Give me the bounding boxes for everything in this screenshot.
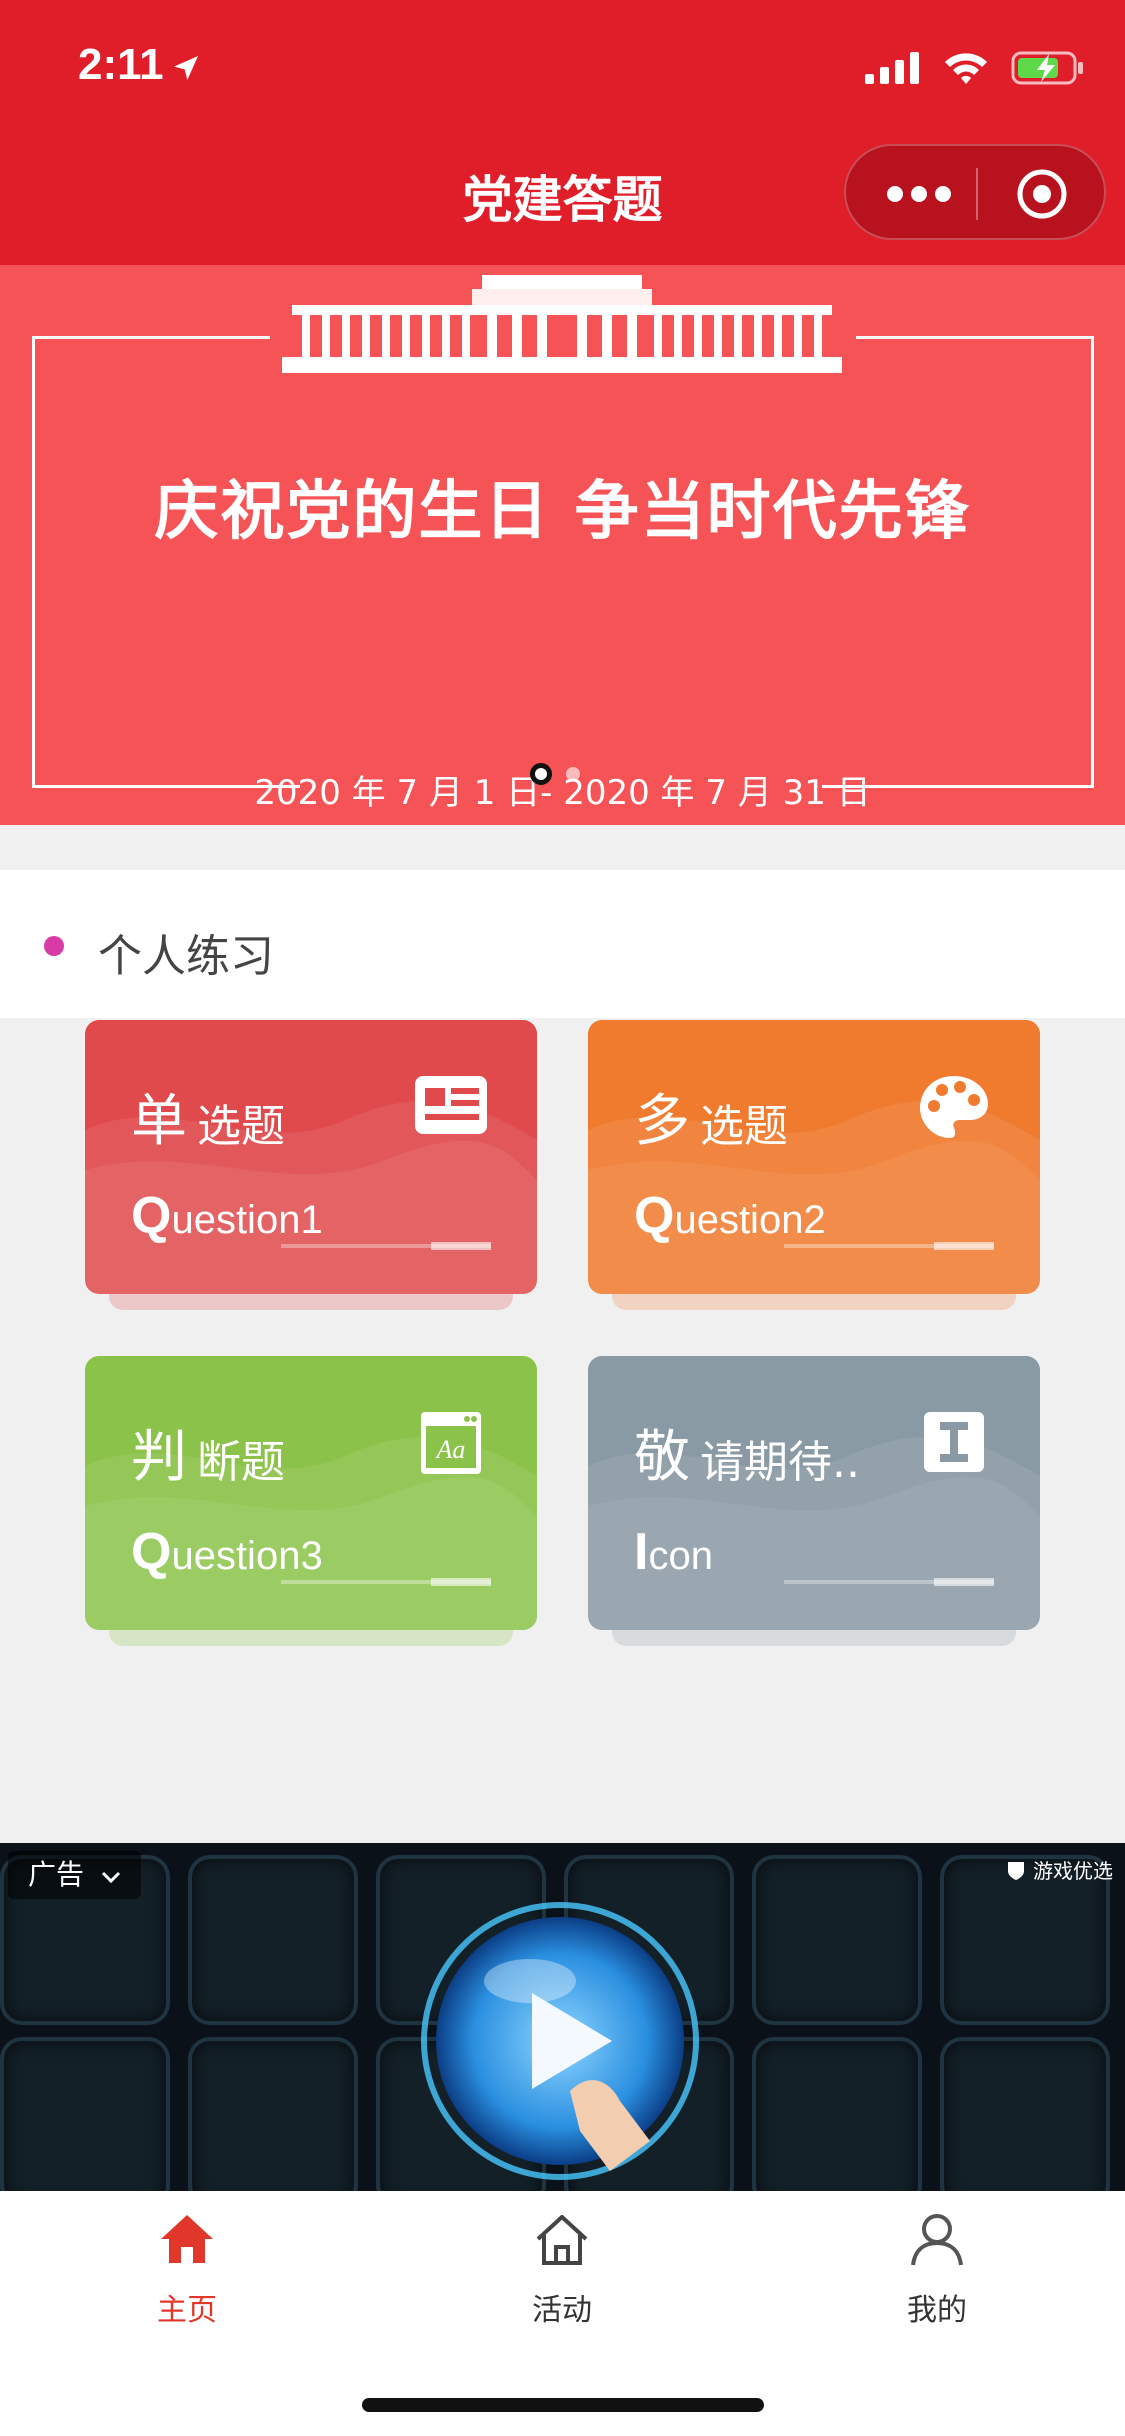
card-subtitle: Question2 (634, 1186, 826, 1246)
card-title-small: 选题 (700, 1101, 788, 1152)
carousel-dot[interactable] (566, 767, 580, 781)
house-outline-icon (536, 2215, 588, 2265)
card-subtitle-initial: Q (131, 1187, 172, 1245)
tab-activity[interactable]: 活动 (462, 2209, 662, 2329)
card-multi-choice[interactable]: 多 选题 Question2 (588, 1020, 1040, 1310)
card-subtitle: Question3 (131, 1522, 323, 1582)
card-subtitle-initial: I (634, 1523, 649, 1581)
ad-label-text: 广告 (28, 1858, 85, 1891)
card-true-false[interactable]: 判 断题 Aa Question3 (85, 1356, 537, 1646)
user-icon (911, 2214, 963, 2266)
game-tile (188, 1855, 358, 2025)
chevron-down-icon (101, 1871, 120, 1884)
card-subtitle-initial: Q (131, 1523, 172, 1581)
ad-brand: 游戏优选 (1005, 1855, 1113, 1884)
card-body[interactable]: 单 选题 Question1 (85, 1020, 537, 1294)
building-icon (282, 275, 842, 373)
card-bar-fill (431, 1578, 491, 1586)
home-icon (161, 2215, 213, 2263)
palette-icon (920, 1076, 988, 1138)
status-icons (865, 48, 1085, 88)
card-title-big: 多 (634, 1089, 690, 1154)
signal-icon (865, 52, 919, 84)
play-icon[interactable] (420, 1901, 700, 2181)
card-title-big: 单 (131, 1089, 187, 1154)
card-bar-fill (934, 1578, 994, 1586)
card-title-small: 请期待.. (700, 1437, 860, 1488)
carousel-indicator (530, 763, 580, 785)
banner-carousel[interactable]: 庆祝党的生日 争当时代先锋 2020 年 7 月 1 日- 2020 年 7 月… (0, 265, 1125, 825)
top-bar: 2:11 党建答题 (0, 0, 1125, 265)
card-subtitle: Question1 (131, 1186, 323, 1246)
capsule-divider (976, 168, 978, 220)
game-tile (752, 2037, 922, 2191)
card-subtitle-rest: uestion1 (171, 1198, 323, 1242)
frame-top-left (32, 336, 270, 339)
status-time: 2:11 (78, 40, 164, 89)
miniprogram-capsule (844, 144, 1106, 240)
card-bar-fill (934, 1242, 994, 1250)
font-window-icon: Aa (421, 1412, 481, 1474)
card-title-big: 判 (131, 1425, 187, 1490)
card-body[interactable]: 敬 请期待.. Icon (588, 1356, 1040, 1630)
banner-title: 庆祝党的生日 争当时代先锋 (154, 475, 971, 549)
text-cursor-icon (924, 1412, 984, 1472)
ad-label[interactable]: 广告 (8, 1851, 141, 1899)
tab-label: 活动 (532, 2293, 592, 2328)
card-body[interactable]: 多 选题 Question2 (588, 1020, 1040, 1294)
card-subtitle-rest: con (648, 1534, 713, 1578)
ad-banner[interactable]: 广告 游戏优选 (0, 1843, 1125, 2191)
game-tile (940, 2037, 1110, 2191)
ad-brand-text: 游戏优选 (1033, 1859, 1113, 1883)
frame-left (32, 336, 35, 788)
battery-charging-icon (1011, 51, 1083, 85)
section-bullet (44, 936, 64, 956)
tab-label: 我的 (907, 2293, 967, 2328)
newspaper-icon (415, 1076, 487, 1134)
game-tile (0, 2037, 170, 2191)
brand-logo-icon (1008, 1861, 1024, 1880)
section-title: 个人练习 (98, 931, 274, 982)
card-body[interactable]: 判 断题 Aa Question3 (85, 1356, 537, 1630)
more-icon[interactable] (886, 182, 952, 206)
frame-top-right (856, 336, 1094, 339)
close-target-icon[interactable] (1016, 168, 1068, 220)
card-coming-soon[interactable]: 敬 请期待.. Icon (588, 1356, 1040, 1646)
tab-mine[interactable]: 我的 (837, 2209, 1037, 2329)
card-subtitle-rest: uestion2 (674, 1198, 826, 1242)
card-title-small: 选题 (197, 1101, 285, 1152)
card-single-choice[interactable]: 单 选题 Question1 (85, 1020, 537, 1310)
card-title-big: 敬 (634, 1425, 690, 1490)
game-tile (752, 1855, 922, 2025)
home-indicator (362, 2398, 764, 2412)
location-arrow-icon (174, 56, 198, 80)
card-title-small: 断题 (197, 1437, 285, 1488)
card-subtitle: Icon (634, 1522, 713, 1582)
card-bar-fill (431, 1242, 491, 1250)
svg-text:Aa: Aa (435, 1435, 466, 1464)
card-subtitle-initial: Q (634, 1187, 675, 1245)
carousel-dot-active[interactable] (530, 763, 552, 785)
game-tile (188, 2037, 358, 2191)
tab-home[interactable]: 主页 (87, 2209, 287, 2329)
wifi-icon (945, 53, 987, 84)
tab-label: 主页 (157, 2293, 217, 2328)
frame-right (1091, 336, 1094, 788)
card-subtitle-rest: uestion3 (171, 1534, 323, 1578)
section-header: 个人练习 (0, 870, 1125, 1018)
